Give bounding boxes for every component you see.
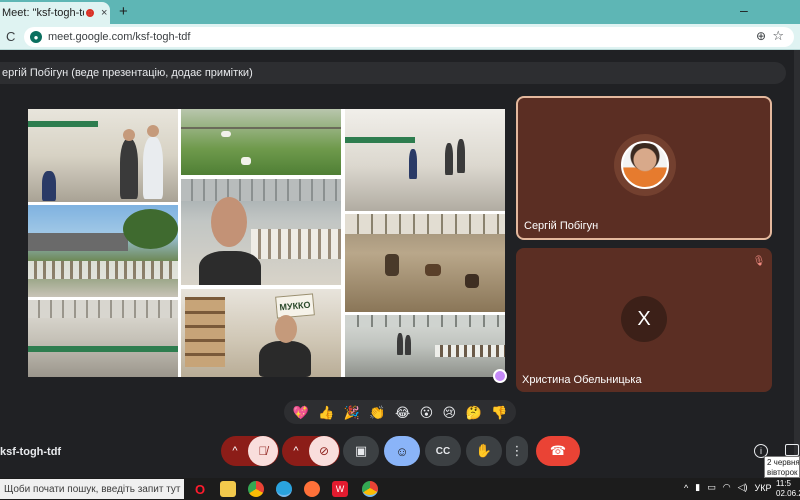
date-tooltip-date: 2 червня [767,458,800,467]
collage-photo-speaker-selfie [181,179,341,285]
captions-button[interactable]: CC [425,436,461,466]
camera-off-button[interactable]: ⊘ [309,436,339,466]
network-icon[interactable]: ▭ [707,482,716,493]
meeting-code: ksf-togh-tdf [0,446,62,458]
recording-icon [86,9,94,17]
reaction-clap[interactable]: 👏 [369,406,385,419]
reaction-thinking[interactable]: 🤔 [466,406,482,419]
reaction-heart[interactable]: 💖 [293,406,309,419]
taskbar-search-input[interactable]: Щоби почати пошук, введіть запит тут [0,479,184,499]
scrollbar[interactable] [794,50,800,470]
send-reaction-button[interactable]: ☺ [384,436,420,466]
present-screen-button[interactable]: ▣ [343,436,379,466]
participant-name: Христина Обельницька [522,374,642,386]
mic-options-chevron-icon[interactable]: ^ [222,445,248,457]
reaction-surprised[interactable]: 😮 [420,406,434,419]
collage-photo-aisle [345,315,505,377]
close-tab-icon[interactable]: × [101,7,107,19]
chrome-icon[interactable] [248,481,264,497]
shared-screen: МУККО [28,109,505,377]
collage-photo-goats-field [181,109,341,175]
date-tooltip: 2 червня вівторок [764,456,800,478]
reload-icon[interactable]: C [6,29,15,44]
clock-time: 11:5 [776,479,791,488]
site-info-icon[interactable]: ● [30,31,42,43]
camera-control: ^ ⊘ [282,436,340,466]
firefox-icon[interactable] [304,481,320,497]
collage-photo-goat-pen [345,214,505,312]
address-bar[interactable]: ● meet.google.com/ksf-togh-tdf ⊕ ☆ [24,27,794,47]
opera-icon[interactable]: O [192,481,208,497]
reaction-thumbs-down[interactable]: 👎 [491,406,507,419]
camera-options-chevron-icon[interactable]: ^ [283,445,309,457]
avatar: X [621,296,667,342]
file-explorer-icon[interactable] [220,481,236,497]
presentation-indicator-icon [493,369,507,383]
microphone-control: ^ 🎙̸ [221,436,279,466]
reaction-party[interactable]: 🎉 [344,406,360,419]
collage-photo-mukko-office: МУККО [181,289,341,377]
microphone-tray-icon[interactable]: ▮ [695,482,700,493]
windows-taskbar: Щоби почати пошук, введіть запит тут O W… [0,478,800,500]
participant-tile[interactable]: 🎙 X Христина Обельницька [516,248,772,392]
collage-photo-barn-people [28,109,178,202]
volume-icon[interactable]: ◁) [738,482,748,493]
minimize-icon[interactable]: – [740,2,748,18]
mic-off-button[interactable]: 🎙̸ [248,436,278,466]
tray-chevron-icon[interactable]: ^ [684,483,688,493]
date-tooltip-weekday: вівторок [767,468,798,477]
browser-toolbar: C ● meet.google.com/ksf-togh-tdf ⊕ ☆ [0,24,800,50]
reactions-bar: 💖 👍 🎉 👏 😂 😮 😢 🤔 👎 [284,400,516,424]
zoom-icon[interactable]: ⊕ [756,29,766,43]
bookmark-star-icon[interactable]: ☆ [772,28,784,44]
collage-photo-herd-outdoor [28,205,178,297]
url-text: meet.google.com/ksf-togh-tdf [48,31,191,43]
presenter-banner-text: ергій Побігун (веде презентацію, додає п… [2,67,253,79]
taskbar-clock[interactable]: 11:5 02.06.2 [776,479,800,499]
taskbar-search-placeholder: Щоби почати пошук, введіть запит тут [4,483,181,495]
chat-icon[interactable] [785,444,799,456]
reaction-laugh[interactable]: 😂 [395,406,410,419]
mukko-sign: МУККО [275,293,315,319]
avatar-photo [621,141,669,189]
more-options-button[interactable]: ⋮ [506,436,528,466]
tab-title: Meet: "ksf-togh-tdf" [2,7,84,19]
language-indicator[interactable]: УКР [754,483,771,493]
word-app-icon[interactable]: W [332,481,348,497]
participant-tile[interactable]: Сергій Побігун [516,96,772,240]
browser-tab-strip: Meet: "ksf-togh-tdf" × + – [0,0,800,24]
telegram-icon[interactable] [276,481,292,497]
wifi-icon[interactable]: ◠ [723,482,731,493]
leave-call-button[interactable]: ☎ [536,436,580,466]
new-tab-button[interactable]: + [119,3,128,20]
mic-off-icon: 🎙 [752,255,766,267]
chrome-active-icon[interactable] [362,481,378,497]
avatar [614,134,676,196]
collage-photo-barn-interior [28,300,178,377]
clock-date: 02.06.2 [776,489,800,498]
raise-hand-button[interactable]: ✋ [466,436,502,466]
presenter-banner: ергій Побігун (веде презентацію, додає п… [0,62,786,84]
reaction-sad[interactable]: 😢 [443,406,457,419]
participant-name: Сергій Побігун [524,220,599,232]
browser-tab-meet[interactable]: Meet: "ksf-togh-tdf" × [0,2,110,24]
system-tray: ^ ▮ ▭ ◠ ◁) УКР [684,482,771,493]
reaction-thumbs-up[interactable]: 👍 [318,406,334,419]
collage-photo-milking-parlor [345,109,505,211]
